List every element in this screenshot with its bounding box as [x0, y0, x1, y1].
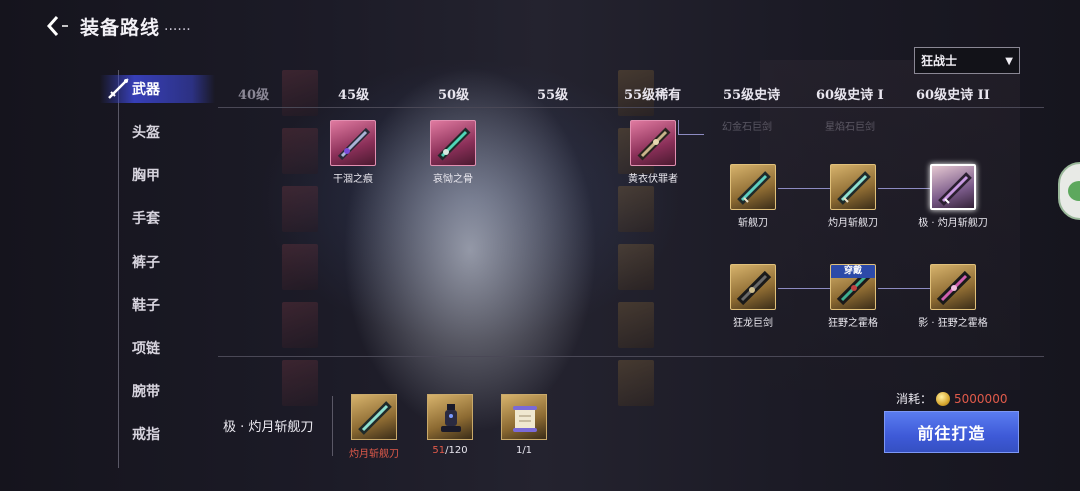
equipment-node-selected[interactable]: 极 · 灼月斩舰刀: [918, 164, 988, 229]
sidebar-item-label: 戒指: [132, 427, 160, 443]
craft-divider: [332, 396, 333, 456]
equipment-slot-sidebar: 武器 头盔 胸甲 手套 裤子 鞋子 项链 腕带 戒指: [80, 70, 215, 470]
header: 装备路线 ......: [40, 8, 191, 44]
level-label: 50级: [438, 88, 470, 103]
class-select-value: 狂战士: [921, 54, 958, 68]
material-slot[interactable]: 1/1: [494, 394, 554, 456]
material-count: 51/120: [420, 445, 480, 456]
greatsword-icon[interactable]: [930, 264, 976, 310]
background-item-label: 幻金石巨剑: [722, 122, 772, 133]
greatsword-icon[interactable]: [930, 164, 976, 210]
forge-button[interactable]: 前往打造: [884, 411, 1019, 453]
level-label: 55级史诗: [723, 88, 781, 103]
material-need: /120: [445, 445, 468, 456]
level-header-row: 40级 45级 50级 55级 55级稀有 55级史诗 60级史诗 I 60级史…: [218, 76, 1044, 108]
level-label: 60级史诗 II: [916, 88, 990, 103]
tree-connector: [878, 288, 930, 289]
page-title: 装备路线: [80, 16, 161, 39]
tree-connector: [678, 120, 679, 134]
craft-target-name: 极 · 灼月斩舰刀: [223, 420, 314, 435]
tree-connector: [678, 134, 704, 135]
coin-icon: [936, 391, 951, 406]
back-chevron-icon[interactable]: [40, 11, 70, 41]
material-slot[interactable]: 灼月斩舰刀: [344, 394, 404, 460]
equipment-name: 狂野之霍格: [828, 318, 878, 329]
greatsword-icon[interactable]: [351, 394, 397, 440]
equipment-node[interactable]: 狂龙巨剑: [728, 264, 778, 329]
sidebar-item-label: 胸甲: [132, 168, 160, 184]
equipment-node[interactable]: 斩舰刀: [728, 164, 778, 229]
material-have: 51: [432, 445, 446, 456]
sidebar-item-ring[interactable]: 戒指: [80, 420, 210, 448]
level-label: 60级史诗 I: [816, 88, 884, 103]
sidebar-item-gloves[interactable]: 手套: [80, 204, 210, 232]
equipped-badge: 穿戴: [831, 265, 875, 278]
sidebar-item-helmet[interactable]: 头盔: [80, 118, 210, 146]
cost-amount: 5000000: [954, 391, 1008, 406]
scroll-icon[interactable]: [501, 394, 547, 440]
equipment-name: 影 · 狂野之霍格: [918, 318, 988, 329]
chess-piece-icon[interactable]: [427, 394, 473, 440]
tree-connector: [878, 188, 930, 189]
background-item-label: 星焰石巨剑: [825, 122, 875, 133]
material-count: 1/1: [515, 445, 533, 456]
greatsword-icon[interactable]: [330, 120, 376, 166]
sidebar-item-label: 武器: [132, 82, 160, 98]
equipment-name: 灼月斩舰刀: [828, 218, 878, 229]
tree-connector: [778, 288, 830, 289]
sword-icon: [108, 78, 129, 99]
sidebar-item-shoes[interactable]: 鞋子: [80, 291, 210, 319]
equipment-node[interactable]: 黄衣伏罪者: [628, 120, 678, 185]
sidebar-item-necklace[interactable]: 项链: [80, 334, 210, 362]
class-select[interactable]: 狂战士 ▼: [914, 47, 1020, 74]
equipment-name: 黄衣伏罪者: [628, 174, 678, 185]
equipment-name: 狂龙巨剑: [733, 318, 773, 329]
sidebar-item-label: 腕带: [132, 384, 160, 400]
greatsword-icon[interactable]: [730, 164, 776, 210]
section-divider: [218, 356, 1044, 357]
equipment-node[interactable]: 灼月斩舰刀: [828, 164, 878, 229]
material-label: 灼月斩舰刀: [349, 449, 399, 460]
sidebar-item-label: 头盔: [132, 125, 160, 141]
sidebar-item-label: 鞋子: [132, 298, 160, 314]
equipment-name: 斩舰刀: [738, 218, 768, 229]
sidebar-item-label: 裤子: [132, 255, 160, 271]
equipment-name: 干涸之痕: [333, 174, 373, 185]
sidebar-item-label: 手套: [132, 211, 160, 227]
greatsword-icon[interactable]: [830, 164, 876, 210]
equipment-node[interactable]: 影 · 狂野之霍格: [918, 264, 988, 329]
tree-connector: [778, 188, 830, 189]
sidebar-item-label: 项链: [132, 341, 160, 357]
caret-down-icon: ▼: [1005, 56, 1013, 67]
level-label: 55级稀有: [624, 88, 682, 103]
equipment-name: 哀恸之骨: [433, 174, 473, 185]
sidebar-item-bracer[interactable]: 腕带: [80, 377, 210, 405]
chat-bubble-inner: [1068, 181, 1080, 201]
greatsword-icon[interactable]: [730, 264, 776, 310]
page-title-suffix: ......: [164, 18, 191, 34]
level-label: 45级: [338, 88, 370, 103]
cost-display: 消耗： 5000000: [896, 390, 1007, 407]
equipment-node-equipped[interactable]: 穿戴 狂野之霍格: [828, 264, 878, 329]
equipment-node[interactable]: 哀恸之骨: [428, 120, 478, 185]
level-label: 40级: [238, 88, 270, 103]
greatsword-icon[interactable]: 穿戴: [830, 264, 876, 310]
equipment-node[interactable]: 干涸之痕: [328, 120, 378, 185]
sidebar-item-pants[interactable]: 裤子: [80, 248, 210, 276]
greatsword-icon[interactable]: [430, 120, 476, 166]
sidebar-item-chest[interactable]: 胸甲: [80, 161, 210, 189]
cost-label: 消耗：: [896, 392, 933, 406]
sidebar-item-weapon[interactable]: 武器: [100, 75, 215, 103]
material-slot[interactable]: 51/120: [420, 394, 480, 456]
greatsword-icon[interactable]: [630, 120, 676, 166]
equipment-name: 极 · 灼月斩舰刀: [918, 218, 988, 229]
level-label: 55级: [537, 88, 569, 103]
